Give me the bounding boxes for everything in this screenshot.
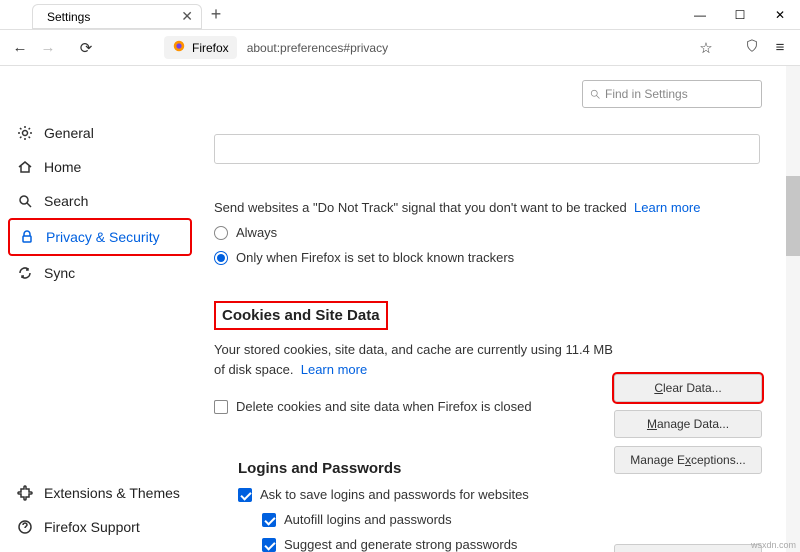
radio-label: Always	[236, 225, 277, 240]
toolbar: ← → ⟳ Firefox about:preferences#privacy …	[0, 30, 800, 66]
sidebar-item-extensions[interactable]: Extensions & Themes	[8, 476, 192, 510]
identity-chip[interactable]: Firefox	[164, 36, 237, 59]
sidebar: General Home Search Privacy & Security S…	[0, 66, 200, 552]
browser-tab[interactable]: Settings ✕	[32, 4, 202, 29]
radio-icon[interactable]	[214, 226, 228, 240]
sidebar-item-home[interactable]: Home	[8, 150, 192, 184]
logins-exceptions-button[interactable]: Exceptions...	[614, 544, 762, 552]
search-icon	[16, 192, 34, 210]
sidebar-item-general[interactable]: General	[8, 116, 192, 150]
sidebar-item-sync[interactable]: Sync	[8, 256, 192, 290]
cookies-description: Your stored cookies, site data, and cach…	[214, 340, 624, 379]
manage-data-button[interactable]: Manage Data...	[614, 410, 762, 438]
checkbox-label: Ask to save logins and passwords for web…	[260, 487, 529, 502]
checkbox-label: Autofill logins and passwords	[284, 512, 452, 527]
sidebar-item-support[interactable]: Firefox Support	[8, 510, 192, 544]
dnt-section: Send websites a "Do Not Track" signal th…	[214, 200, 760, 265]
sidebar-item-label: Firefox Support	[44, 519, 140, 535]
sidebar-item-label: General	[44, 125, 94, 141]
lock-icon	[18, 228, 36, 246]
tab-title: Settings	[47, 10, 90, 24]
reload-button[interactable]: ⟳	[76, 39, 96, 57]
checkbox-icon[interactable]	[238, 488, 252, 502]
search-input[interactable]: Find in Settings	[582, 80, 762, 108]
logins-button-group: Exceptions... Saved Logins...	[614, 544, 762, 552]
window-controls: — ☐ ✕	[680, 0, 800, 29]
puzzle-icon	[16, 484, 34, 502]
minimize-button[interactable]: —	[680, 0, 720, 29]
custom-url-field[interactable]	[214, 134, 760, 164]
bookmark-star-icon[interactable]: ☆	[696, 39, 716, 57]
main-panel: Find in Settings Send websites a "Do Not…	[200, 66, 800, 552]
sidebar-item-label: Sync	[44, 265, 75, 281]
shield-icon[interactable]	[742, 39, 762, 57]
app-menu-button[interactable]: ≡	[770, 39, 790, 56]
url-text[interactable]: about:preferences#privacy	[247, 41, 388, 55]
forward-button[interactable]: →	[38, 39, 58, 56]
radio-icon[interactable]	[214, 251, 228, 265]
cookies-button-group: Clear Data... Manage Data... Manage Exce…	[614, 374, 762, 474]
gear-icon	[16, 124, 34, 142]
checkbox-label: Delete cookies and site data when Firefo…	[236, 399, 532, 414]
maximize-button[interactable]: ☐	[720, 0, 760, 29]
scrollbar[interactable]	[786, 66, 800, 552]
titlebar: Settings ✕ + — ☐ ✕	[0, 0, 800, 30]
checkbox-icon[interactable]	[262, 513, 276, 527]
scrollbar-thumb[interactable]	[786, 176, 800, 256]
close-window-button[interactable]: ✕	[760, 0, 800, 29]
cookies-heading: Cookies and Site Data	[214, 301, 388, 330]
identity-label: Firefox	[192, 41, 229, 55]
cookies-learn-more-link[interactable]: Learn more	[301, 362, 367, 377]
ask-save-logins-row[interactable]: Ask to save logins and passwords for web…	[238, 487, 760, 502]
dnt-learn-more-link[interactable]: Learn more	[634, 200, 700, 215]
radio-label: Only when Firefox is set to block known …	[236, 250, 514, 265]
sidebar-item-search[interactable]: Search	[8, 184, 192, 218]
sync-icon	[16, 264, 34, 282]
sidebar-item-label: Privacy & Security	[46, 229, 160, 245]
sidebar-item-label: Extensions & Themes	[44, 485, 180, 501]
dnt-text: Send websites a "Do Not Track" signal th…	[214, 200, 627, 215]
checkbox-icon[interactable]	[214, 400, 228, 414]
sidebar-item-label: Home	[44, 159, 81, 175]
dnt-always-row[interactable]: Always	[214, 225, 760, 240]
clear-data-button[interactable]: Clear Data...	[614, 374, 762, 402]
dnt-only-blocking-row[interactable]: Only when Firefox is set to block known …	[214, 250, 760, 265]
autofill-logins-row[interactable]: Autofill logins and passwords	[262, 512, 760, 527]
search-placeholder: Find in Settings	[605, 87, 688, 101]
sidebar-item-privacy-security[interactable]: Privacy & Security	[8, 218, 192, 256]
home-icon	[16, 158, 34, 176]
back-button[interactable]: ←	[10, 39, 30, 56]
checkbox-icon[interactable]	[262, 538, 276, 552]
watermark: wsxdn.com	[751, 540, 796, 550]
firefox-icon	[172, 39, 186, 56]
tab-close-icon[interactable]: ✕	[181, 8, 193, 25]
new-tab-button[interactable]: +	[202, 0, 230, 29]
search-icon	[589, 88, 601, 100]
help-icon	[16, 518, 34, 536]
sidebar-item-label: Search	[44, 193, 88, 209]
content: General Home Search Privacy & Security S…	[0, 66, 800, 552]
checkbox-label: Suggest and generate strong passwords	[284, 537, 517, 552]
manage-exceptions-button[interactable]: Manage Exceptions...	[614, 446, 762, 474]
